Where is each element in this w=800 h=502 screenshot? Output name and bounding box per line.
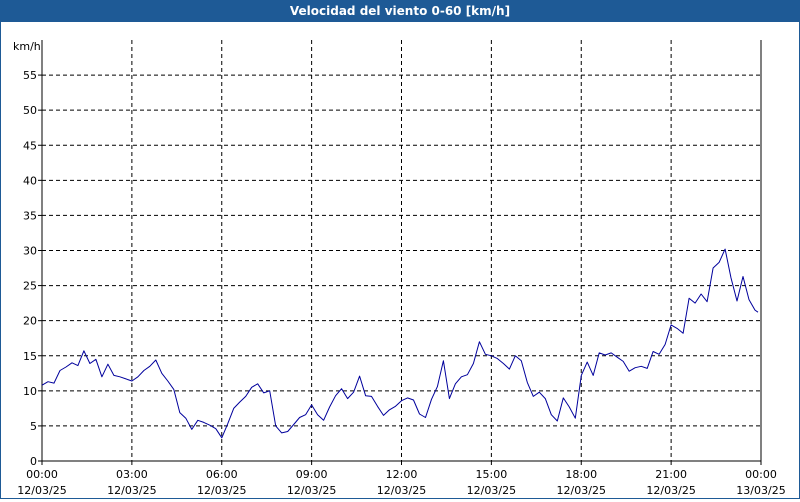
y-tick-label: 20 [23,315,37,328]
y-tick-label: 0 [30,455,37,468]
chart-frame: km/h 0 5 10 15 20 25 30 35 40 45 50 55 00:00 12/03/25… [0,22,800,499]
x-tick-date-label: 12/03/25 [557,484,606,497]
x-tick-date-label: 12/03/25 [17,484,66,497]
x-tick-time-label: 06:00 [206,468,238,481]
x-tick-time-label: 09:00 [296,468,328,481]
x-tick-time-label: 15:00 [476,468,508,481]
x-tick-time-label: 00:00 [26,468,58,481]
x-tick-time-label: 21:00 [655,468,687,481]
y-tick-label: 10 [23,385,37,398]
x-tick-date-label: 12/03/25 [197,484,246,497]
x-tick-date-label: 12/03/25 [107,484,156,497]
x-tick-date-label: 13/03/25 [736,484,785,497]
x-tick-time-label: 00:00 [745,468,777,481]
y-tick-label: 45 [23,139,37,152]
x-tick-date-label: 12/03/25 [287,484,336,497]
grid-layer [42,40,761,461]
wind-speed-series-line [41,248,759,439]
series-layer [41,248,759,439]
x-tick-date-label: 12/03/25 [467,484,516,497]
y-tick-label: 40 [23,174,37,187]
x-tick-date-label: 12/03/25 [377,484,426,497]
x-tick-date-label: 12/03/25 [646,484,695,497]
x-tick-time-label: 18:00 [565,468,597,481]
y-tick-label: 55 [23,69,37,82]
y-tick-label: 15 [23,350,37,363]
y-tick-label: 50 [23,104,37,117]
y-axis-label: km/h [13,40,41,53]
y-tick-label: 30 [23,245,37,258]
y-tick-label: 5 [30,420,37,433]
chart-title: Velocidad del viento 0-60 [km/h] [0,0,800,22]
x-tick-time-label: 12:00 [386,468,418,481]
y-tick-label: 35 [23,209,37,222]
y-tick-label: 25 [23,280,37,293]
x-tick-time-label: 03:00 [116,468,148,481]
wind-speed-chart: km/h 0 5 10 15 20 25 30 35 40 45 50 55 00:00 12/03/25… [13,40,786,497]
